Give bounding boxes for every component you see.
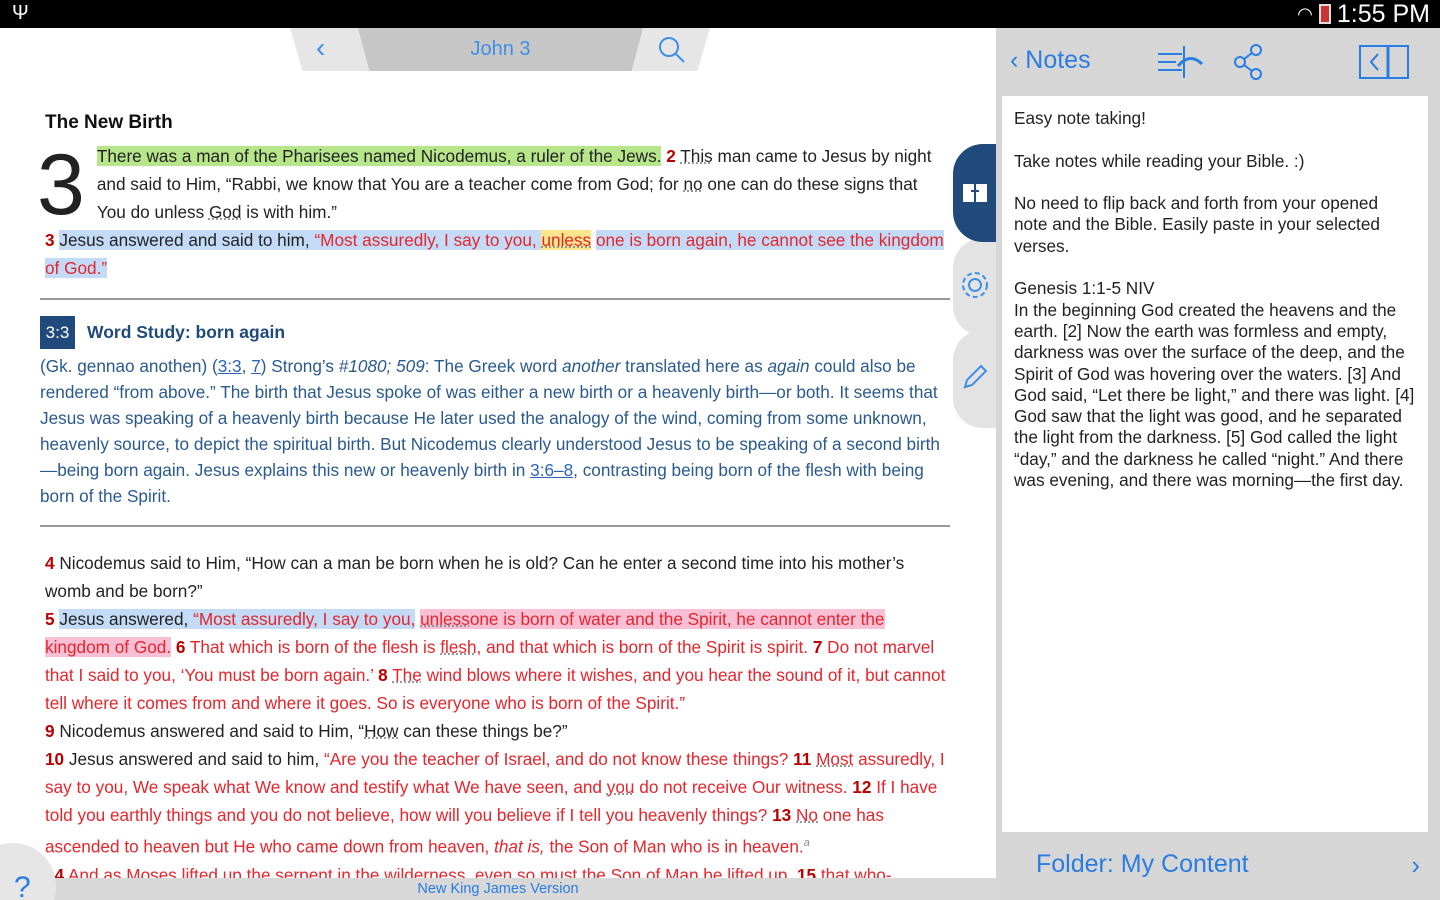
verse-number: 3 [45,230,55,250]
word-study-title: Word Study: born again [87,322,286,342]
collapse-panel-icon[interactable] [1358,44,1410,85]
verse-paragraph[interactable]: 3 Jesus answered and said to him, “Most … [45,226,950,282]
share-icon[interactable] [1232,44,1264,85]
cross-reference-link[interactable]: 3:3 [218,356,242,376]
text-segment: again [767,356,810,376]
search-icon[interactable] [658,36,686,69]
text-segment: That which is born of the flesh is [185,637,441,657]
text-segment: , [241,356,252,376]
text-segment: Nicodemus said to Him, “How can a man be… [45,553,905,601]
text-segment: ) Strong’s [260,356,339,376]
strongs-word[interactable]: God [209,202,242,222]
verse-number: 13 [772,805,792,825]
clock: 1:55 PM [1336,0,1430,28]
strongs-word[interactable]: This [680,146,712,166]
notes-back-button[interactable]: ‹ Notes [1010,46,1091,75]
bible-tab[interactable] [953,144,996,242]
verse-paragraph[interactable]: 5 Jesus answered, “Most assuredly, I say… [45,605,950,717]
verse-number: 2 [666,146,676,166]
battery-icon [1318,4,1331,24]
text-segment: is with him.” [241,202,337,222]
text-segment: There was a man of the Pharisees named N… [96,146,662,166]
strongs-word[interactable]: you [607,777,635,797]
text-segment: “Most assuredly, I say to you, [193,609,416,629]
chapter-nav: ‹ John 3 [290,28,710,71]
verse-number: 4 [45,553,55,573]
text-segment: : The Greek word [424,356,563,376]
section-heading: The New Birth [45,112,173,133]
verse-number: 5 [45,609,55,629]
text-segment: , and that which is born of the Spirit i… [476,637,813,657]
verse-number: 11 [793,749,812,769]
notes-back-label: Notes [1025,46,1091,74]
note-editor[interactable]: Easy note taking! Take notes while readi… [1002,96,1428,832]
text-segment: (Gk. gennao anothen) ( [40,356,218,376]
bible-text: The New Birth 3 There was a man of the Ph… [37,112,950,889]
strongs-word[interactable]: unless [420,609,470,629]
verse-paragraph[interactable]: 3 There was a man of the Pharisees named … [37,142,950,228]
verse-number: 12 [852,777,872,797]
verse-number: 10 [45,749,65,769]
divider [40,525,950,527]
text-segment: Jesus answered, [59,609,194,629]
strongs-word[interactable]: Most [816,749,853,769]
strongs-word[interactable]: The [392,665,422,685]
settings-tab[interactable] [953,238,996,336]
verse-number: 9 [45,721,55,741]
divider [40,298,950,300]
word-study-ref[interactable]: 3:3 [40,316,75,349]
text-segment: translated here as [620,356,768,376]
text-segment: #1080; 509 [338,356,425,376]
bible-icon [960,176,990,211]
strongs-word[interactable]: flesh [440,637,476,657]
text-segment: the Son of Man who is in heaven. [544,836,804,857]
back-chevron-icon[interactable]: ‹ [316,32,325,64]
text-segment: do not receive Our witness. [634,777,853,797]
status-bar: Ψ ◠ 1:55 PM [0,0,1440,28]
verse-number: 8 [378,665,388,685]
text-segment: that is, [494,836,545,857]
verse-paragraph[interactable]: 4 Nicodemus said to Him, “How can a man … [45,549,950,605]
paste-verse-icon[interactable] [1156,44,1206,85]
cross-reference-link[interactable]: 3:6–8 [530,460,573,480]
verse-paragraph[interactable]: 9 Nicodemus answered and said to Him, “H… [45,717,950,745]
text-segment: can these things be?” [398,721,568,741]
text-segment: Jesus answered and said to him, [64,749,324,769]
chapter-title-button[interactable]: John 3 [358,28,643,71]
notes-pane: ‹ Notes Easy note taking! Take notes whi… [996,28,1440,900]
edit-tab[interactable] [953,330,996,428]
notes-toolbar: ‹ Notes [996,28,1440,96]
text-segment: Jesus answered and said to him, [59,230,315,250]
text-segment: Nicodemus answered and said to Him, “ [54,721,365,741]
verse-number: 7 [812,637,823,657]
chevron-right-icon[interactable]: › [1411,850,1420,881]
text-segment: “Most assuredly, I say to you, [314,230,542,250]
pencil-icon [959,361,991,398]
strongs-word[interactable]: no [683,174,702,194]
strongs-word[interactable]: a [804,837,810,849]
bible-pane: ‹ John 3 The New Birth 3 There was a man … [0,28,996,900]
strongs-word[interactable]: No [796,805,818,825]
usb-icon: Ψ [12,2,29,24]
text-segment: another [562,356,621,376]
gear-icon [959,269,991,306]
chapter-number: 3 [37,137,85,233]
strongs-word[interactable]: unless [541,230,592,250]
wifi-icon: ◠ [1297,3,1313,24]
text-segment: “Are you the teacher of Israel, and do n… [324,749,794,769]
folder-label[interactable]: Folder: My Content [1036,850,1249,879]
version-label[interactable]: New King James Version [0,878,996,900]
cross-reference-link[interactable]: 7 [251,356,261,376]
word-study-body: (Gk. gennao anothen) (3:3, 7) Strong’s #… [40,353,950,509]
verse-paragraph[interactable]: 10 Jesus answered and said to him, “Are … [45,745,950,861]
word-study-header: 3:3 Word Study: born again [40,316,950,349]
strongs-word[interactable]: How [364,721,398,741]
